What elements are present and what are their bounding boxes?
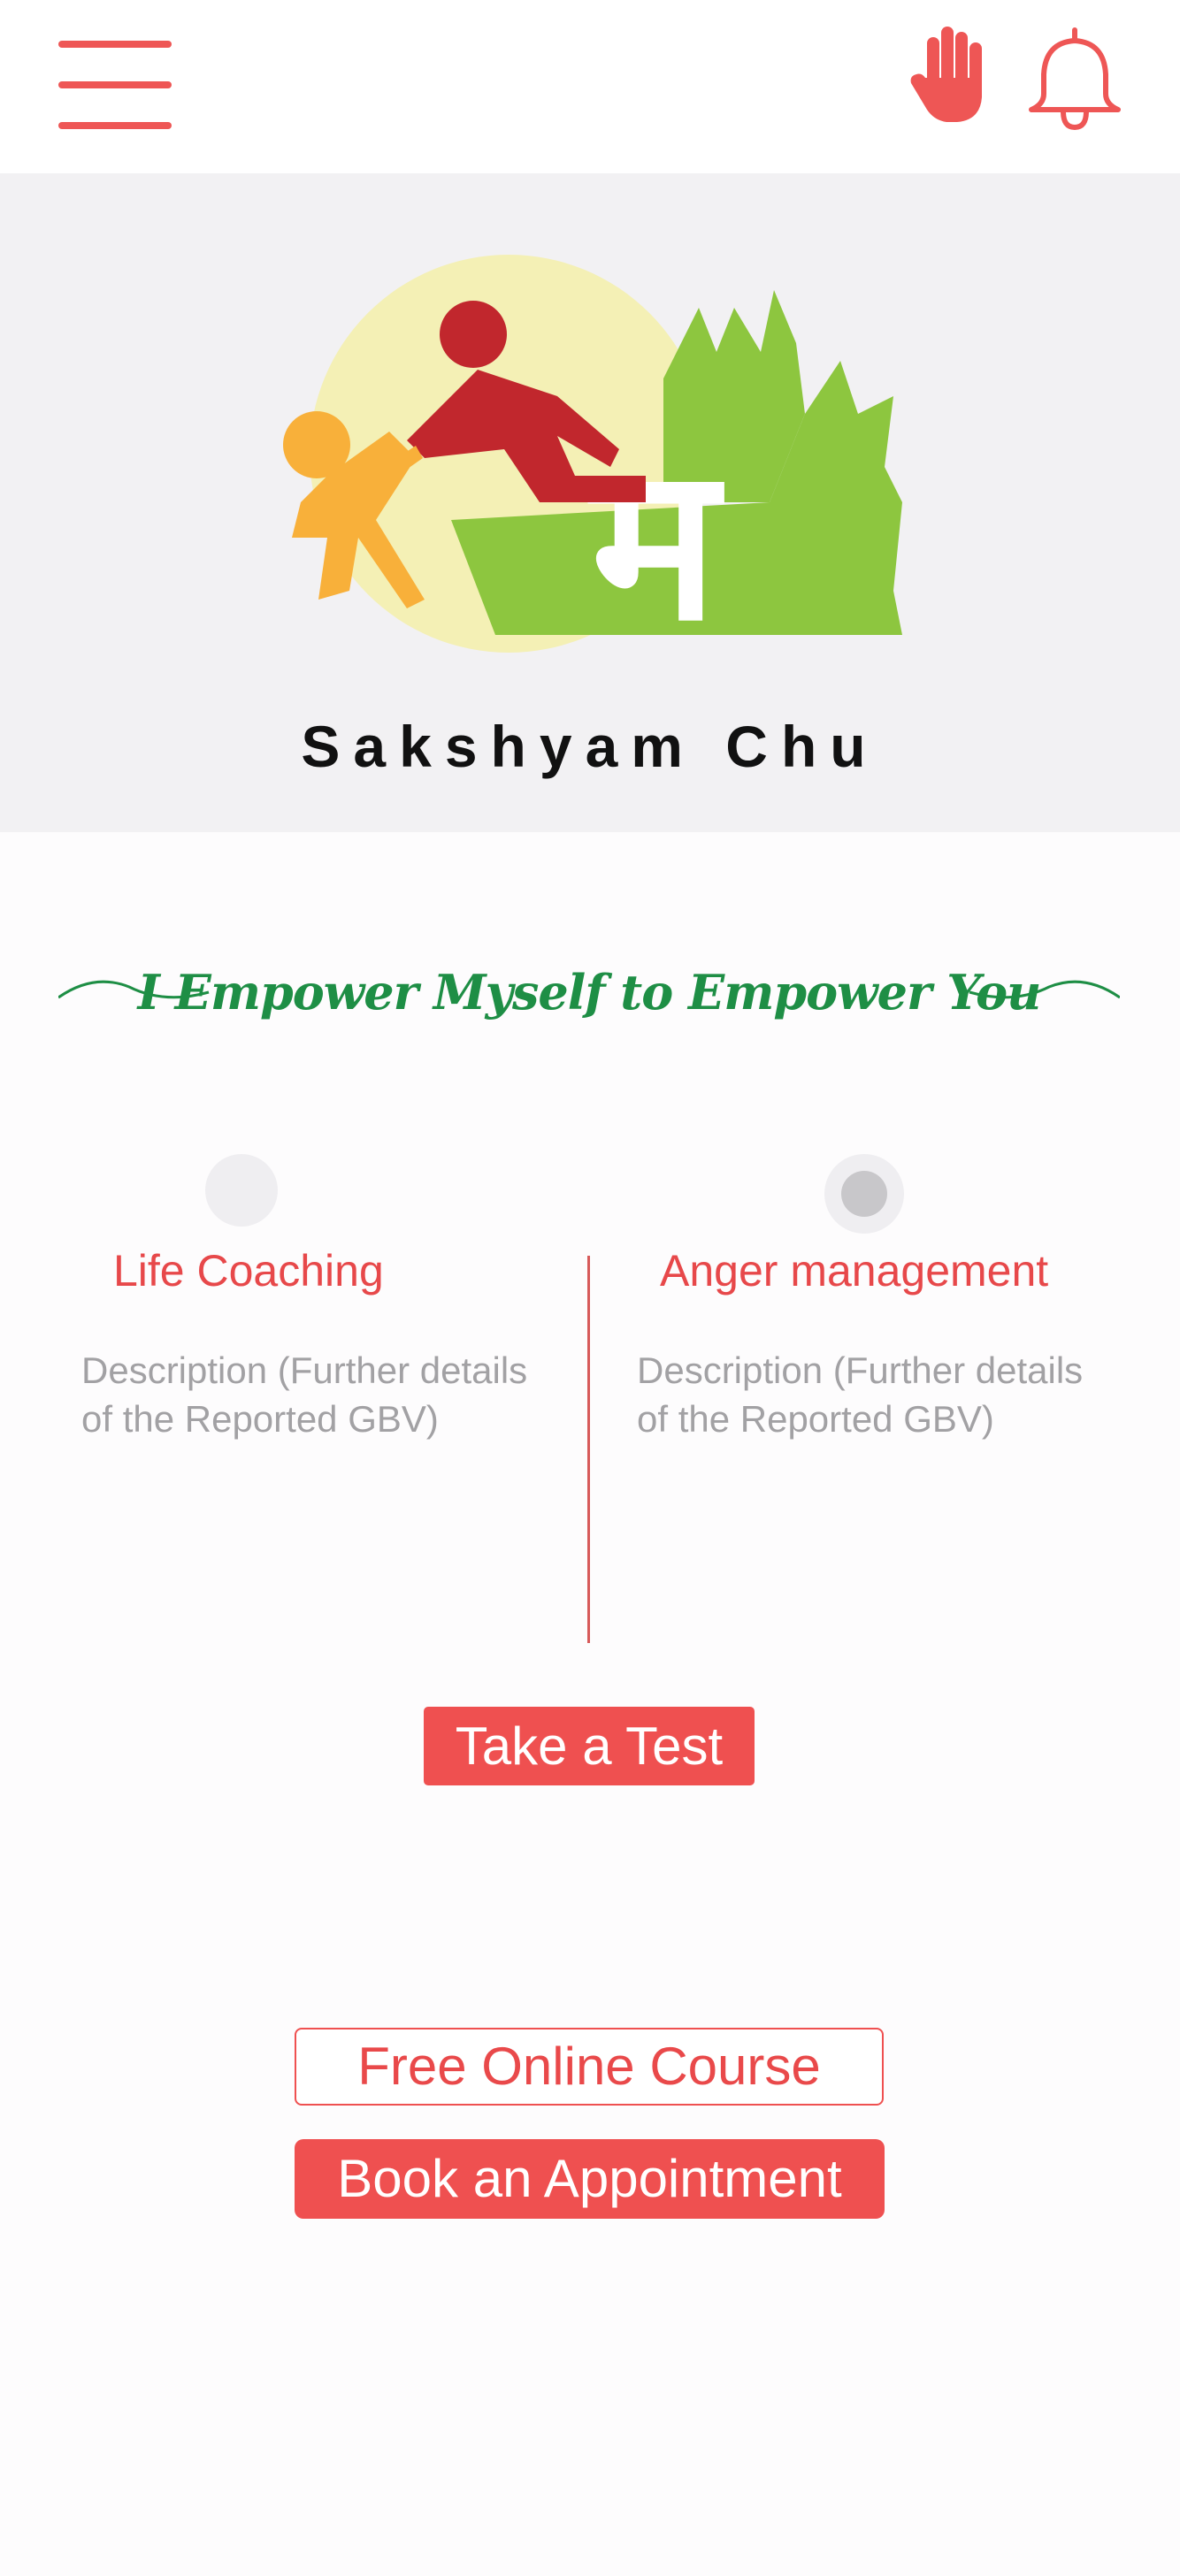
life-coaching-radio[interactable] — [205, 1154, 278, 1227]
free-online-course-button[interactable]: Free Online Course — [295, 2028, 884, 2106]
top-bar — [0, 0, 1180, 173]
notification-bell-icon[interactable] — [1026, 27, 1123, 134]
column-divider — [587, 1256, 590, 1643]
life-coaching-description: Description (Further details of the Repo… — [81, 1349, 528, 1440]
book-appointment-button[interactable]: Book an Appointment — [295, 2139, 885, 2219]
menu-line — [58, 41, 172, 48]
hamburger-menu-icon[interactable] — [58, 41, 172, 129]
anger-management-radio[interactable] — [824, 1154, 904, 1234]
life-coaching-title[interactable]: Life Coaching — [113, 1245, 384, 1296]
tagline: I Empower Myself to Empower You — [58, 955, 1120, 1035]
tagline-text: I Empower Myself to Empower You — [137, 964, 1042, 1020]
menu-line — [58, 81, 172, 88]
take-test-button[interactable]: Take a Test — [424, 1707, 755, 1785]
menu-line — [58, 122, 172, 129]
logo-wordmark: Sakshyam Chu — [301, 714, 879, 779]
sakshyam-chu-logo: म — [283, 255, 902, 668]
anger-management-description: Description (Further details of the Repo… — [637, 1349, 1084, 1440]
logo-banner: म Sakshyam Chu — [0, 173, 1180, 832]
hand-stop-icon[interactable] — [908, 25, 989, 124]
radio-selected-dot — [841, 1171, 887, 1217]
anger-management-title[interactable]: Anger management — [660, 1245, 1048, 1296]
